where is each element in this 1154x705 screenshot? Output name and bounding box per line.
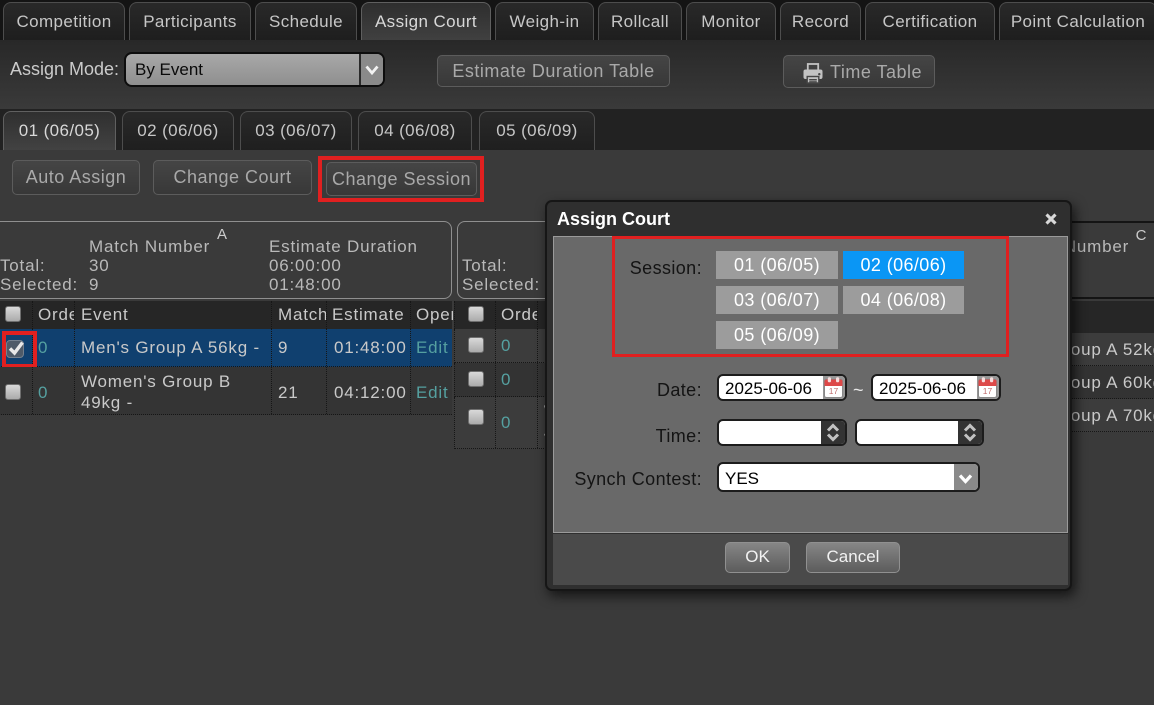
svg-text:17: 17 bbox=[829, 386, 839, 396]
svg-text:17: 17 bbox=[983, 386, 993, 396]
